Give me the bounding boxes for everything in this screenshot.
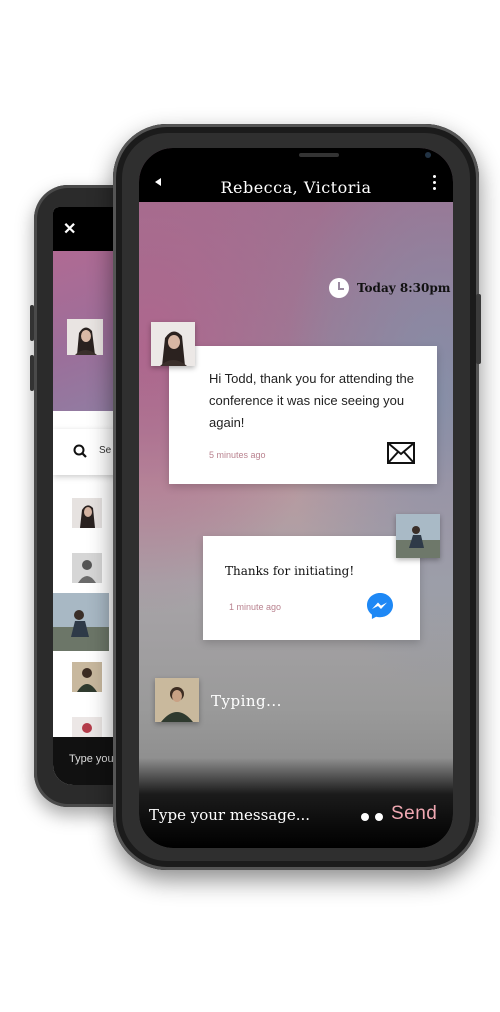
side-button [476, 294, 481, 364]
speaker [299, 153, 339, 157]
search-icon [73, 444, 87, 458]
more-options-icon[interactable] [433, 175, 437, 193]
contact-avatar-selected[interactable] [53, 593, 109, 651]
search-input[interactable]: Se [99, 445, 111, 456]
timestamp: Today 8:30pm [329, 278, 450, 298]
close-icon[interactable]: ✕ [63, 222, 76, 238]
contact-avatar[interactable] [72, 553, 102, 583]
side-button [30, 355, 34, 391]
avatar [67, 319, 103, 355]
contact-avatar[interactable] [72, 498, 102, 528]
chat-screen: Rebecca, Victoria Today 8:30pm Hi Todd, … [139, 148, 453, 848]
message-text: Hi Todd, thank you for attending the con… [209, 371, 415, 430]
dots-icon [361, 813, 389, 821]
notch [235, 148, 431, 172]
message-time: 1 minute ago [229, 602, 282, 612]
message-input[interactable]: Type your [69, 753, 117, 765]
typing-avatar[interactable] [155, 678, 199, 722]
side-button [30, 305, 34, 341]
timestamp-text: Today 8:30pm [357, 281, 451, 295]
clock-icon [329, 278, 349, 298]
chat-title: Rebecca, Victoria [220, 178, 372, 197]
typing-indicator: Typing... [211, 692, 282, 710]
chat-header: Rebecca, Victoria [139, 148, 453, 202]
message-input-bar: Type your message... Send [139, 758, 453, 848]
contact-avatar[interactable] [72, 662, 102, 692]
front-phone: Rebecca, Victoria Today 8:30pm Hi Todd, … [113, 124, 481, 870]
sender-avatar[interactable] [151, 322, 195, 366]
message-time: 5 minutes ago [209, 450, 266, 460]
message-bubble-outgoing[interactable]: Thanks for initiating! 1 minute ago [203, 536, 420, 640]
message-input[interactable]: Type your message... [149, 806, 310, 824]
message-text: Thanks for initiating! [225, 564, 355, 578]
send-button[interactable]: Send [391, 803, 437, 825]
envelope-icon[interactable] [387, 442, 415, 464]
camera [425, 152, 431, 158]
message-bubble-incoming[interactable]: Hi Todd, thank you for attending the con… [169, 346, 437, 484]
user-avatar[interactable] [396, 514, 440, 558]
messenger-icon[interactable] [366, 592, 394, 620]
